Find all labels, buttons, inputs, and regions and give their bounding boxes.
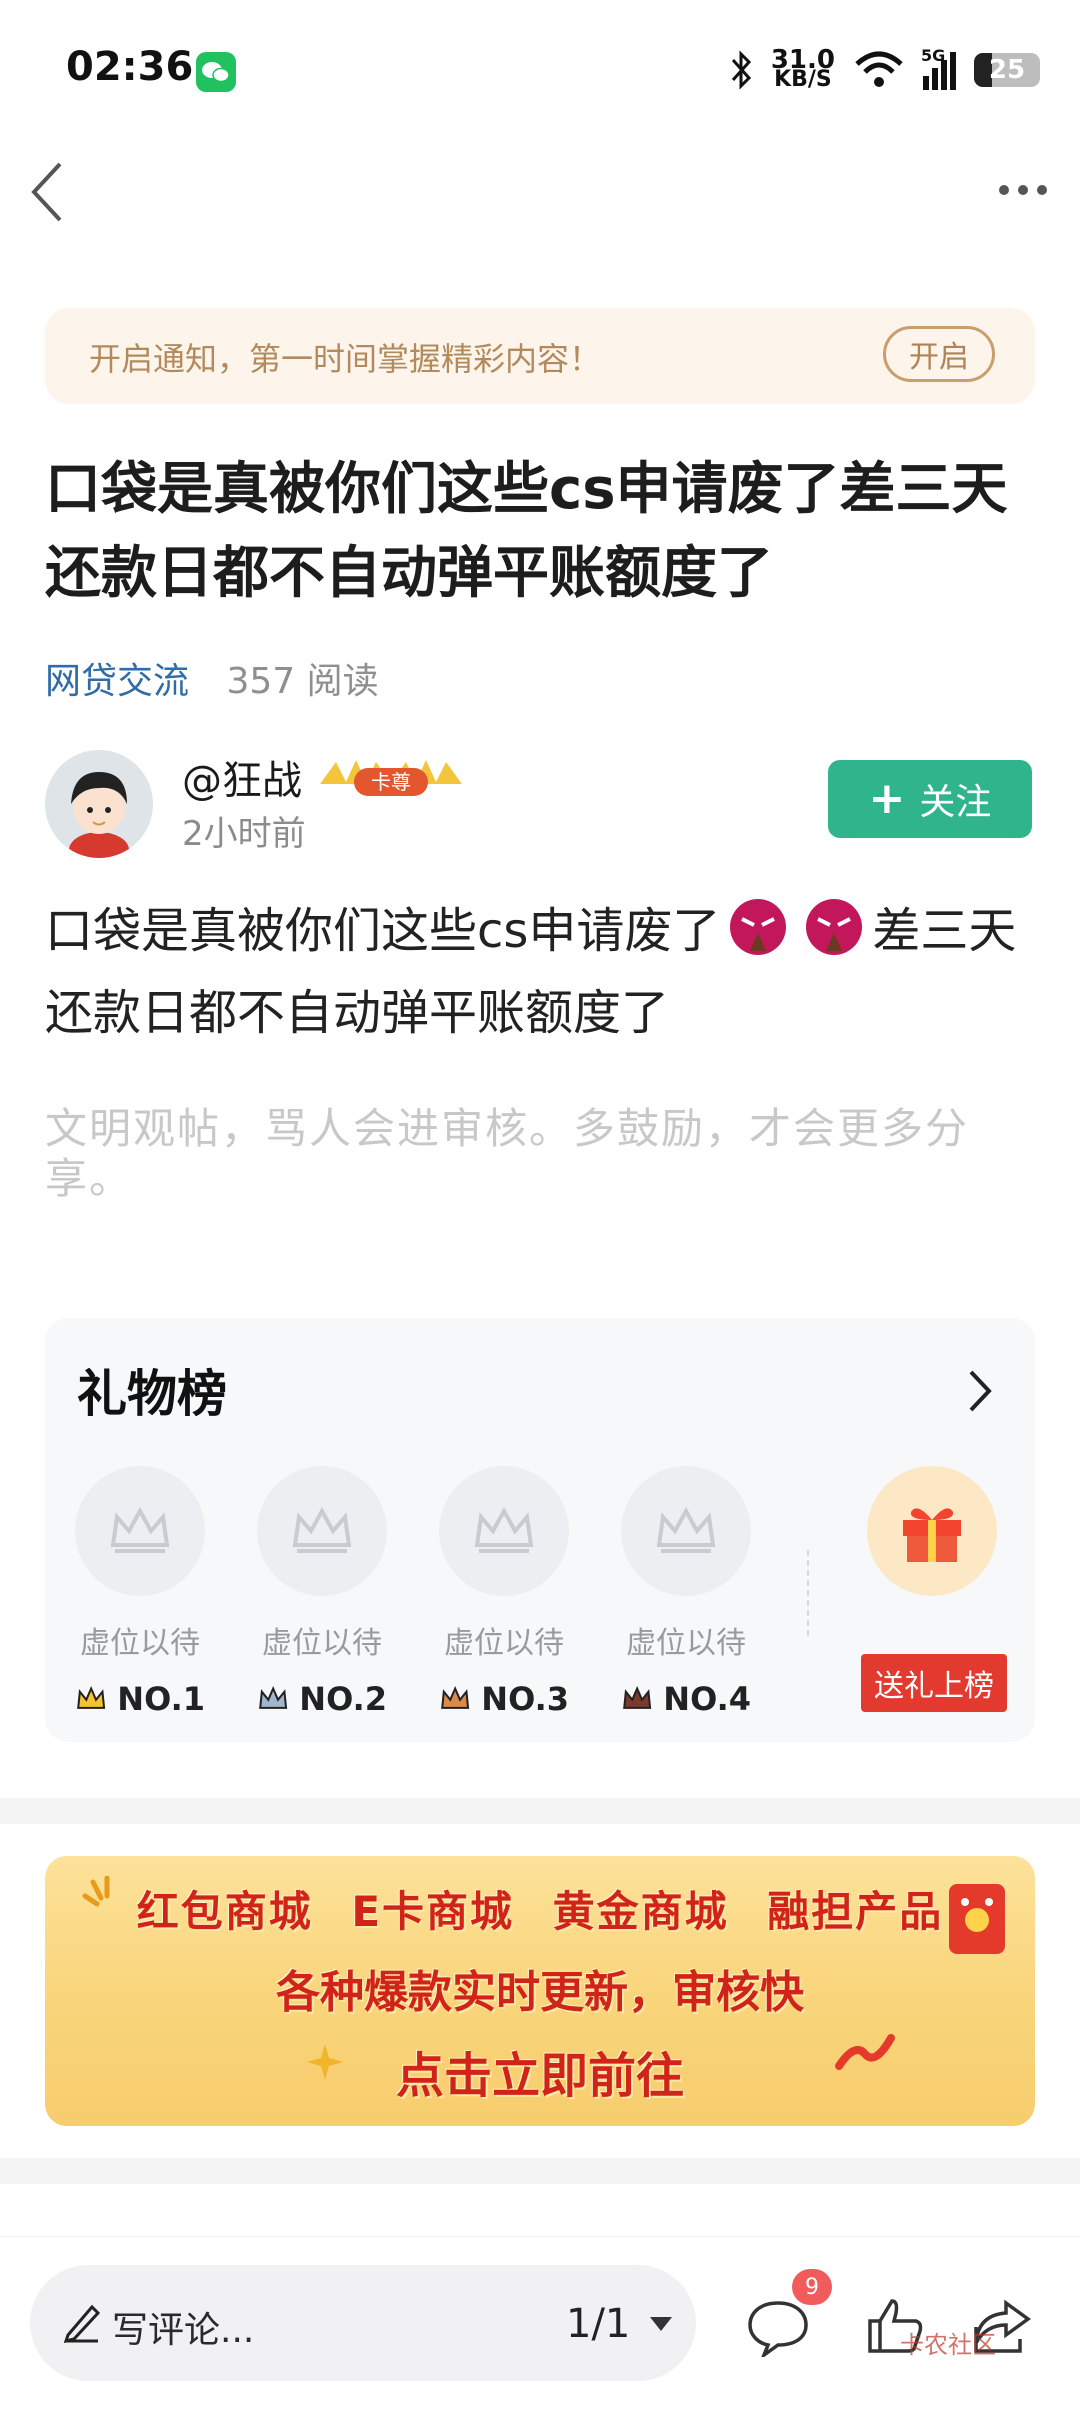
crown-placeholder-icon: [656, 1506, 716, 1553]
divider: [807, 1550, 809, 1636]
crown-placeholder-icon: [110, 1506, 170, 1553]
gift-board-title: 礼物榜: [77, 1365, 227, 1423]
slot-label: 虚位以待: [262, 1626, 382, 1661]
post-body: 口袋是真被你们这些cs申请废了 差三天还款日都不自动弹平账额度了: [45, 890, 1045, 1054]
post-title: 口袋是真被你们这些cs申请废了差三天还款日都不自动弹平账额度了: [45, 457, 1008, 606]
wifi-icon: [855, 51, 903, 87]
comment-placeholder: 写评论...: [112, 2310, 255, 2351]
vip-badge: 卡尊: [316, 754, 466, 800]
gift-slot-3[interactable]: 虚位以待 NO.3: [439, 1466, 569, 1718]
notification-banner: 开启通知，第一时间掌握精彩内容！ 开启: [45, 308, 1035, 404]
chevron-left-icon[interactable]: [26, 160, 66, 224]
bottom-action-bar: 写评论... 1/1 9 卡农社区: [0, 2236, 1080, 2413]
follow-button[interactable]: + 关注: [828, 760, 1032, 838]
page-indicator[interactable]: 1/1: [566, 2301, 630, 2347]
cell-signal-icon: 5G: [921, 46, 956, 90]
crown-bronze-icon: [441, 1685, 470, 1709]
gift-slot-1[interactable]: 虚位以待 NO.1: [75, 1466, 205, 1718]
ribbon-icon: [835, 2034, 895, 2070]
sparkle-icon: [82, 1876, 110, 1907]
battery-icon: 25: [974, 53, 1040, 87]
read-count: 357 阅读: [226, 661, 379, 702]
slot-rank: NO.1: [117, 1680, 205, 1718]
more-dots-icon[interactable]: [996, 180, 1050, 200]
follow-label: 关注: [919, 782, 992, 823]
network-speed: 31.0 KB/S: [771, 47, 835, 92]
author-name[interactable]: @狂战: [182, 748, 302, 806]
post-meta: 网贷交流 357 阅读: [45, 652, 379, 704]
section-divider: [0, 2158, 1080, 2184]
net-speed-unit: KB/S: [774, 67, 832, 92]
crown-placeholder-icon: [474, 1506, 534, 1553]
notify-text: 开启通知，第一时间掌握精彩内容！: [89, 340, 602, 378]
angry-emoji-icon: [730, 899, 787, 955]
avatar[interactable]: [45, 750, 153, 858]
slot-rank: NO.4: [663, 1680, 751, 1718]
crown-dark-icon: [623, 1685, 652, 1709]
red-envelope-mascot-icon: [949, 1884, 1005, 1954]
battery-level: 25: [988, 55, 1026, 85]
slot-label: 虚位以待: [80, 1626, 200, 1661]
slot-label: 虚位以待: [626, 1626, 746, 1661]
star-icon: [307, 2044, 343, 2080]
send-gift-button[interactable]: 送礼上榜: [861, 1654, 1007, 1712]
chevron-right-icon[interactable]: [965, 1366, 995, 1416]
civility-hint: 文明观帖，骂人会进审核。多鼓励，才会更多分享。: [45, 1104, 970, 1203]
promo-line-1: 红包商城 E卡商城 黄金商城 融担产品: [136, 1887, 944, 1936]
status-indicators: 31.0 KB/S 5G 25: [729, 44, 1040, 96]
watermark-logo: 卡农社区: [900, 2331, 996, 2359]
slot-label: 虚位以待: [444, 1626, 564, 1661]
slot-rank: NO.3: [481, 1680, 569, 1718]
status-time: 02:36: [66, 44, 194, 90]
gift-board: 礼物榜 虚位以待 NO.1 虚位以待 NO.2 虚位以待 NO.3 虚位以待 N…: [45, 1318, 1035, 1742]
gift-slot-2[interactable]: 虚位以待 NO.2: [257, 1466, 387, 1718]
wechat-notification-icon: [196, 52, 236, 92]
pen-icon: [63, 2304, 101, 2343]
comment-icon[interactable]: [746, 2297, 810, 2357]
crown-silver-icon: [259, 1685, 288, 1709]
bluetooth-icon: [731, 50, 751, 90]
angry-emoji-icon: [806, 899, 863, 955]
post-body-part1: 口袋是真被你们这些cs申请废了: [45, 903, 721, 959]
promo-line-2: 各种爆款实时更新，审核快: [276, 1967, 804, 2018]
category-link[interactable]: 网贷交流: [45, 661, 189, 702]
gift-box-icon[interactable]: [867, 1466, 997, 1596]
crown-gold-icon: [77, 1685, 106, 1709]
signal-type: 5G: [921, 46, 946, 65]
comment-input[interactable]: 写评论... 1/1: [30, 2265, 696, 2381]
vip-badge-text: 卡尊: [371, 770, 411, 794]
slot-rank: NO.2: [299, 1680, 387, 1718]
post-time: 2小时前: [182, 814, 306, 854]
comment-count-badge: 9: [792, 2269, 832, 2305]
enable-notify-button[interactable]: 开启: [883, 326, 995, 382]
caret-down-icon[interactable]: [648, 2315, 674, 2333]
gift-slot-4[interactable]: 虚位以待 NO.4: [621, 1466, 751, 1718]
plus-icon: +: [868, 773, 906, 824]
section-divider: [0, 1798, 1080, 1824]
promo-banner[interactable]: 红包商城 E卡商城 黄金商城 融担产品 各种爆款实时更新，审核快 点击立即前往: [45, 1856, 1035, 2126]
crown-placeholder-icon: [292, 1506, 352, 1553]
